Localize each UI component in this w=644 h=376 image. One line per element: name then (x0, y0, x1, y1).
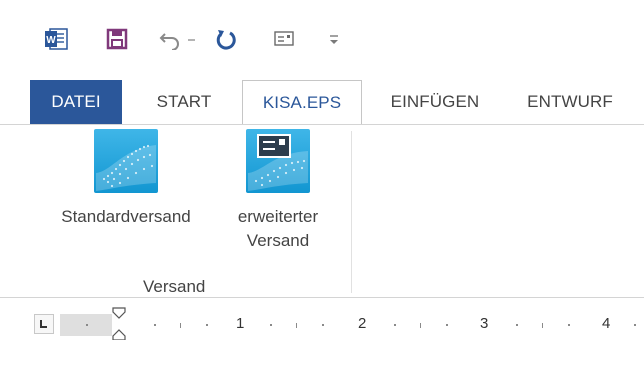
ribbon-panel: Standardversand erweiterter Versand Vers… (0, 124, 644, 298)
ruler-dot (206, 324, 208, 326)
ruler-number: 4 (602, 315, 611, 332)
tab-start[interactable]: START (136, 80, 232, 124)
ruler-number: 1 (236, 315, 245, 332)
ruler-dot (322, 324, 324, 326)
ruler-tick (420, 323, 421, 328)
standardversand-button[interactable]: Standardversand (34, 129, 218, 229)
tab-kisa-eps[interactable]: KISA.EPS (242, 80, 362, 125)
quick-access-toolbar: W (0, 0, 644, 80)
ruler-number: 2 (358, 315, 367, 332)
erweiterter-versand-label-line1: erweiterter (237, 207, 319, 226)
erweiterter-versand-label-line2: Versand (246, 231, 310, 250)
ruler-dot (154, 324, 156, 326)
group-separator (351, 131, 352, 293)
document-area[interactable] (0, 340, 644, 376)
ruler-dot (86, 324, 88, 326)
standardversand-label: Standardversand (61, 207, 191, 226)
group-label-versand: Versand (143, 277, 206, 296)
tab-file[interactable]: DATEI (30, 80, 122, 124)
ruler-tick (180, 323, 181, 328)
svg-text:W: W (46, 35, 56, 46)
ruler-dot (394, 324, 396, 326)
redo-icon[interactable] (214, 28, 238, 50)
ruler-tick (296, 323, 297, 328)
erweiterter-versand-button[interactable]: erweiterter Versand (218, 129, 338, 253)
ruler-dot (446, 324, 448, 326)
undo-dropdown-icon[interactable] (186, 28, 198, 50)
ruler-number: 3 (480, 315, 489, 332)
ruler-dot (270, 324, 272, 326)
erweiterter-versand-icon (246, 129, 310, 193)
undo-icon[interactable] (158, 28, 182, 50)
save-icon[interactable] (106, 28, 128, 50)
ruler-dot (516, 324, 518, 326)
word-app-icon[interactable]: W (44, 28, 68, 50)
word-window: W DATEI START KISA.EPS EINFÜGEN ENTWURF … (0, 0, 644, 376)
standardversand-icon (94, 129, 158, 193)
ruler-dot (568, 324, 570, 326)
tab-entwurf[interactable]: ENTWURF (510, 80, 630, 124)
ruler-tick (542, 323, 543, 328)
tab-einfuegen[interactable]: EINFÜGEN (368, 80, 502, 124)
ruler-dot (634, 324, 636, 326)
customize-toolbar-icon[interactable] (326, 28, 342, 50)
ribbon-tabs: DATEI START KISA.EPS EINFÜGEN ENTWURF (0, 80, 644, 125)
horizontal-ruler[interactable]: 1 2 3 4 (60, 314, 644, 336)
envelope-icon[interactable] (274, 28, 294, 50)
tab-selector-button[interactable] (34, 314, 54, 334)
